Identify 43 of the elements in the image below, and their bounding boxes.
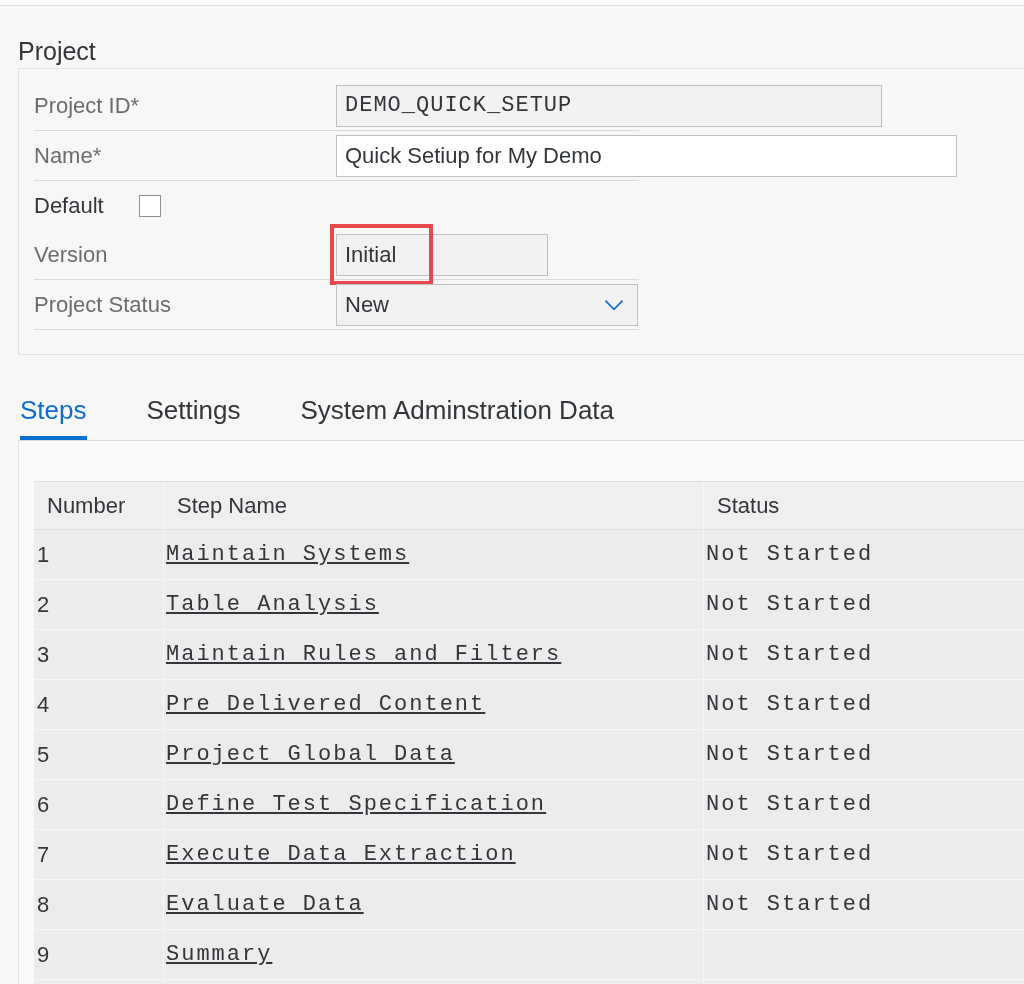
tab[interactable]: Settings — [146, 395, 241, 436]
column-header: Status — [716, 491, 781, 520]
step-number: 2 — [37, 591, 50, 618]
step-link[interactable]: Table Analysis — [166, 592, 379, 617]
step-status: Not Started — [706, 592, 874, 617]
step-number: 6 — [37, 791, 50, 818]
step-status: Not Started — [706, 642, 874, 667]
step-number: 5 — [37, 741, 50, 768]
step-number: 7 — [37, 841, 50, 868]
field-label: Project ID* — [34, 92, 141, 119]
text-field[interactable]: DEMO_QUICK_SETUP — [336, 84, 882, 127]
status-dropdown[interactable]: New — [336, 283, 638, 326]
step-number: 4 — [37, 691, 50, 718]
step-status: Not Started — [706, 542, 874, 567]
section-title: Project — [17, 36, 97, 67]
column-header: Number — [34, 482, 164, 529]
column-header: Step Name — [164, 482, 704, 529]
chevron-down-icon — [603, 298, 625, 311]
text-field[interactable]: Quick Setiup for My Demo — [336, 134, 957, 177]
field-label: Name* — [34, 142, 103, 169]
step-number: 1 — [37, 541, 50, 568]
step-link[interactable]: Maintain Systems — [166, 542, 410, 567]
step-link[interactable]: Define Test Specification — [166, 792, 547, 817]
step-status: Not Started — [706, 792, 874, 817]
field-label: Version — [34, 241, 109, 268]
step-status: Not Started — [706, 692, 874, 717]
step-status: Not Started — [706, 892, 874, 917]
step-link[interactable]: Summary — [166, 942, 273, 967]
step-status: Not Started — [706, 742, 874, 767]
step-link[interactable]: Execute Data Extraction — [166, 842, 516, 867]
tab[interactable]: System Adminstration Data — [300, 395, 615, 436]
step-status: Not Started — [706, 842, 874, 867]
step-link[interactable]: Pre Delivered Content — [166, 692, 486, 717]
step-number: 3 — [37, 641, 50, 668]
text-field[interactable]: Initial — [336, 233, 548, 276]
step-link[interactable]: Evaluate Data — [166, 892, 364, 917]
step-link[interactable]: Maintain Rules and Filters — [166, 642, 562, 667]
step-link[interactable]: Project Global Data — [166, 742, 455, 767]
step-number: 9 — [37, 941, 50, 968]
field-label: Project Status — [34, 291, 172, 318]
checkbox[interactable] — [138, 194, 161, 217]
field-label: Default — [34, 192, 104, 219]
step-number: 8 — [37, 891, 50, 918]
